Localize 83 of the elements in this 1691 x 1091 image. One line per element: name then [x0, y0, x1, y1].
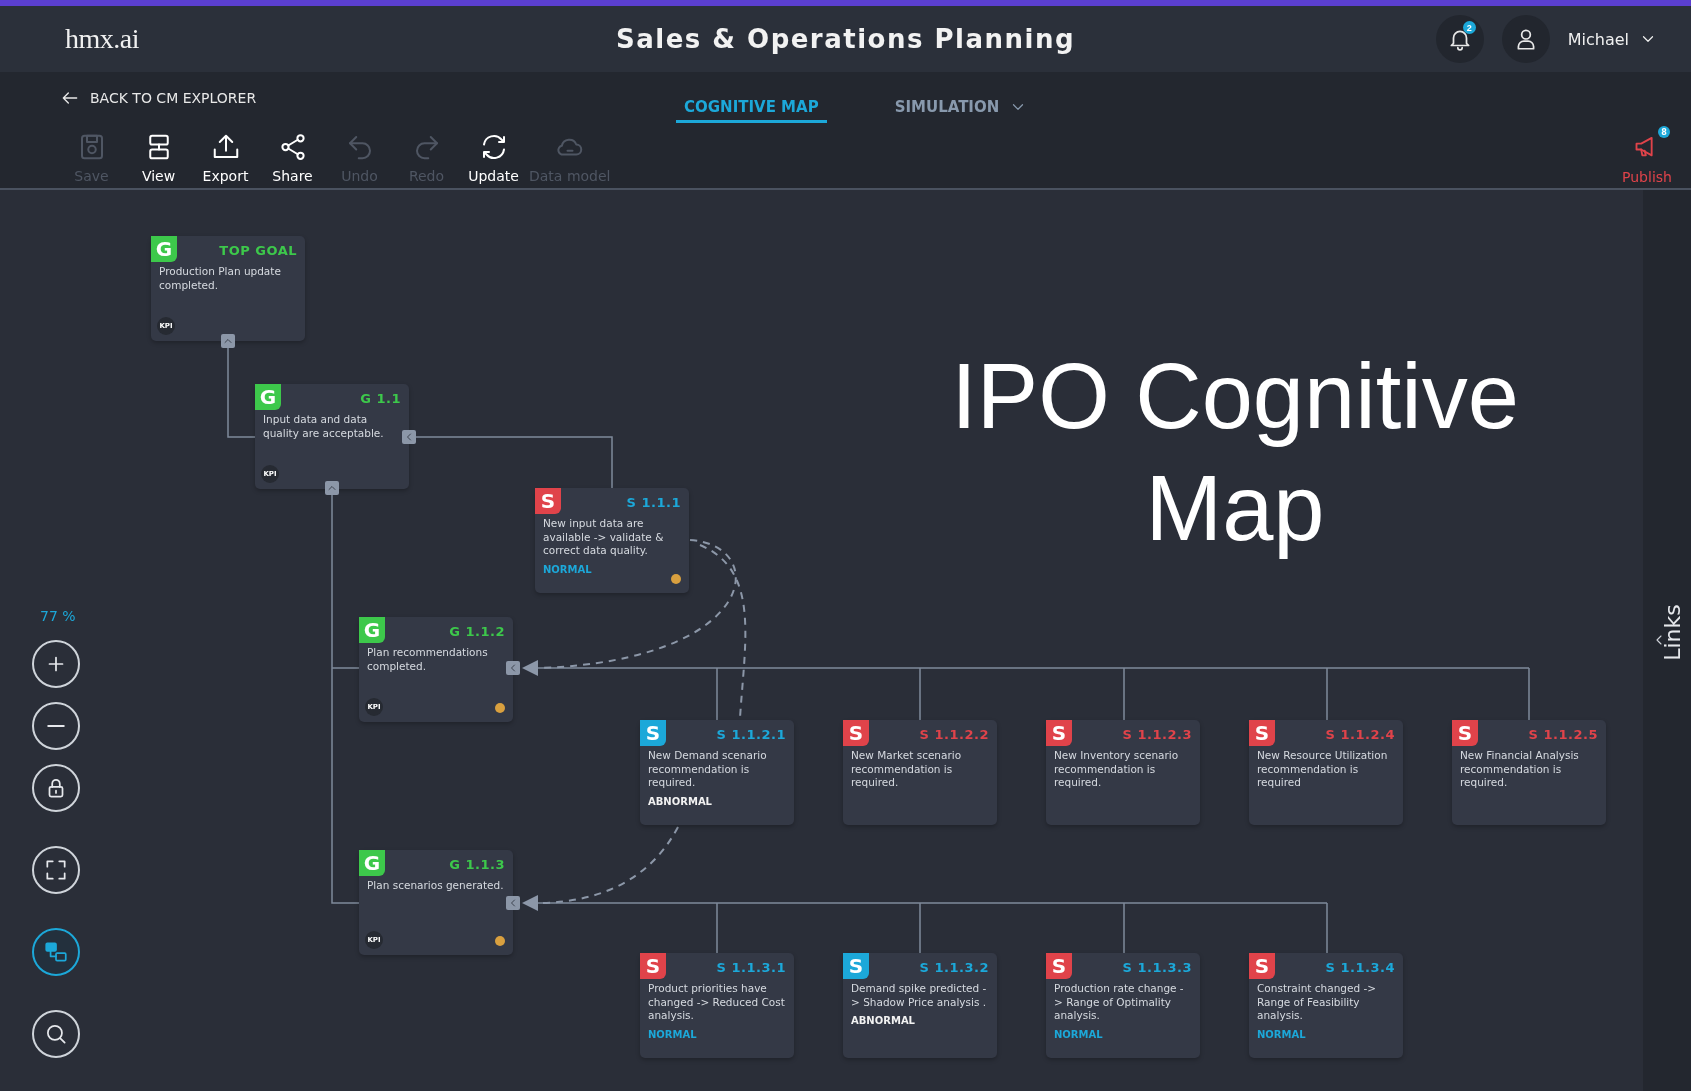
- node-code: TOP GOAL: [219, 243, 297, 258]
- node-description: Plan recommendations completed.: [367, 646, 489, 673]
- node-type-badge: G: [255, 384, 281, 410]
- node-code: S 1.1.3.1: [716, 960, 786, 975]
- app-title: Sales & Operations Planning: [615, 24, 1076, 54]
- node-type-badge: G: [359, 617, 385, 643]
- node-status: NORMAL: [1257, 1028, 1306, 1040]
- fit-screen-button[interactable]: [32, 846, 80, 894]
- node-card[interactable]: S S 1.1.1 New input data are available -> validate & correct data quality. NORMAL: [535, 488, 689, 593]
- zoom-out-button[interactable]: [32, 702, 80, 750]
- node-status: NORMAL: [648, 1028, 697, 1040]
- node-card[interactable]: S S 1.1.3.3 Production rate change -> Range of Optimality analysis. NORMAL: [1046, 953, 1200, 1058]
- publish-count: 8: [1658, 126, 1670, 138]
- back-link[interactable]: BACK TO CM EXPLORER: [60, 88, 257, 108]
- node-card[interactable]: S S 1.1.2.1 New Demand scenario recommendation is required. ABNORMAL: [640, 720, 794, 825]
- node-type-badge: S: [843, 953, 869, 979]
- view-button[interactable]: View: [127, 132, 190, 184]
- node-description: Product priorities have changed -> Reduced Cost analysis.: [648, 982, 786, 1023]
- node-type-badge: S: [1249, 953, 1275, 979]
- node-status: NORMAL: [1054, 1028, 1103, 1040]
- node-type-badge: S: [1452, 720, 1478, 746]
- node-card[interactable]: S S 1.1.3.2 Demand spike predicted -> Shadow Price analysis . ABNORMAL: [843, 953, 997, 1058]
- node-card[interactable]: S S 1.1.2.3 New Inventory scenario recommendation is required.: [1046, 720, 1200, 825]
- node-description: Demand spike predicted -> Shadow Price analysis .: [851, 982, 988, 1009]
- node-status: NORMAL: [543, 563, 592, 575]
- lock-button[interactable]: [32, 764, 80, 812]
- layout-icon: [43, 939, 69, 965]
- node-code: S 1.1.2.4: [1325, 727, 1395, 742]
- node-description: Production Plan update completed.: [159, 265, 282, 292]
- node-description: New Market scenario recommendation is required.: [851, 749, 963, 790]
- overlay-title: IPO Cognitive Map: [950, 344, 1520, 561]
- node-type-badge: S: [640, 720, 666, 746]
- node-description: New Demand scenario recommendation is required.: [648, 749, 768, 790]
- node-description: New Financial Analysis recommendation is required.: [1460, 749, 1580, 790]
- node-type-badge: G: [359, 850, 385, 876]
- node-card[interactable]: S S 1.1.3.4 Constraint changed -> Range of Feasibility analysis. NORMAL: [1249, 953, 1403, 1058]
- node-description: New Inventory scenario recommendation is required.: [1054, 749, 1180, 790]
- node-description: Plan scenarios generated.: [367, 879, 505, 893]
- share-button[interactable]: Share: [261, 132, 324, 184]
- tab[interactable]: COGNITIVE MAP: [676, 92, 827, 123]
- links-tab[interactable]: Links: [1660, 604, 1686, 661]
- node-description: Input data and data quality are acceptable.: [263, 413, 385, 440]
- node-code: S 1.1.2.3: [1122, 727, 1192, 742]
- update-button[interactable]: Update: [462, 132, 525, 184]
- node-type-badge: S: [1249, 720, 1275, 746]
- node-type-badge: G: [151, 236, 177, 262]
- node-type-badge: S: [640, 953, 666, 979]
- node-status: ABNORMAL: [648, 795, 712, 807]
- publish-button[interactable]: 8 Publish: [1607, 122, 1687, 185]
- node-description: Production rate change -> Range of Optimality analysis.: [1054, 982, 1185, 1023]
- node-card[interactable]: S S 1.1.2.2 New Market scenario recommendation is required.: [843, 720, 997, 825]
- node-type-badge: S: [535, 488, 561, 514]
- search-button[interactable]: [32, 1010, 80, 1058]
- node-code: S 1.1.2.2: [919, 727, 989, 742]
- node-code: G 1.1.3: [449, 857, 505, 872]
- node-code: S 1.1.1: [626, 495, 681, 510]
- node-status: ABNORMAL: [851, 1015, 915, 1026]
- node-card[interactable]: S S 1.1.2.5 New Financial Analysis recommendation is required.: [1452, 720, 1606, 825]
- node-code: G 1.1: [360, 391, 401, 406]
- node-code: S 1.1.2.5: [1528, 727, 1598, 742]
- layout-button[interactable]: [32, 928, 80, 976]
- node-code: G 1.1.2: [449, 624, 505, 639]
- node-type-badge: S: [1046, 953, 1072, 979]
- export-button[interactable]: Export: [194, 132, 257, 184]
- fit-screen-icon: [43, 857, 69, 883]
- zoom-level: 77 %: [40, 608, 76, 624]
- node-code: S 1.1.3.4: [1325, 960, 1395, 975]
- node-description: New Resource Utilization recommendation is required: [1257, 749, 1389, 790]
- logo: hmx.ai: [65, 23, 139, 55]
- node-description: Constraint changed -> Range of Feasibility analysis.: [1257, 982, 1377, 1023]
- node-type-badge: S: [843, 720, 869, 746]
- node-card[interactable]: S S 1.1.2.4 New Resource Utilization recommendation is required: [1249, 720, 1403, 825]
- tab[interactable]: SIMULATION: [886, 92, 1036, 123]
- node-code: S 1.1.3.2: [919, 960, 989, 975]
- notification-count: 2: [1462, 21, 1476, 34]
- minus-icon: [47, 724, 65, 728]
- user-menu[interactable]: Michael: [1567, 29, 1657, 49]
- node-type-badge: S: [1046, 720, 1072, 746]
- node-code: S 1.1.3.3: [1122, 960, 1192, 975]
- zoom-in-button[interactable]: [32, 640, 80, 688]
- node-card[interactable]: S S 1.1.3.1 Product priorities have changed -> Reduced Cost analysis. NORMAL: [640, 953, 794, 1058]
- node-code: S 1.1.2.1: [716, 727, 786, 742]
- node-description: New input data are available -> validate & correct data quality.: [543, 517, 665, 558]
